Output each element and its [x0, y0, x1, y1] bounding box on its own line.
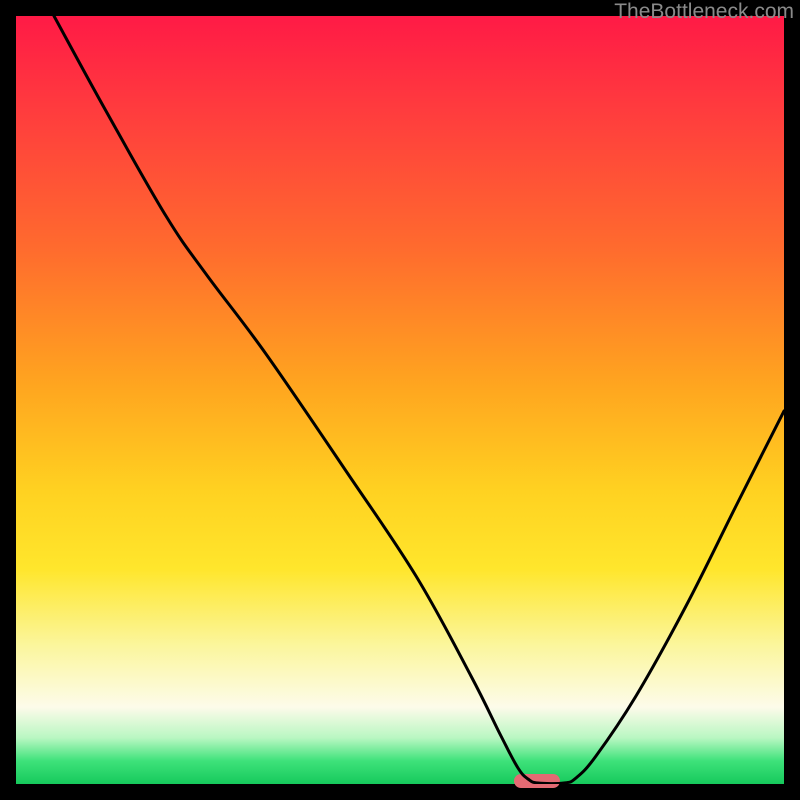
- curve-path: [54, 16, 784, 784]
- watermark-text: TheBottleneck.com: [614, 0, 794, 24]
- chart-frame: [14, 14, 786, 786]
- bottleneck-curve: [16, 16, 784, 784]
